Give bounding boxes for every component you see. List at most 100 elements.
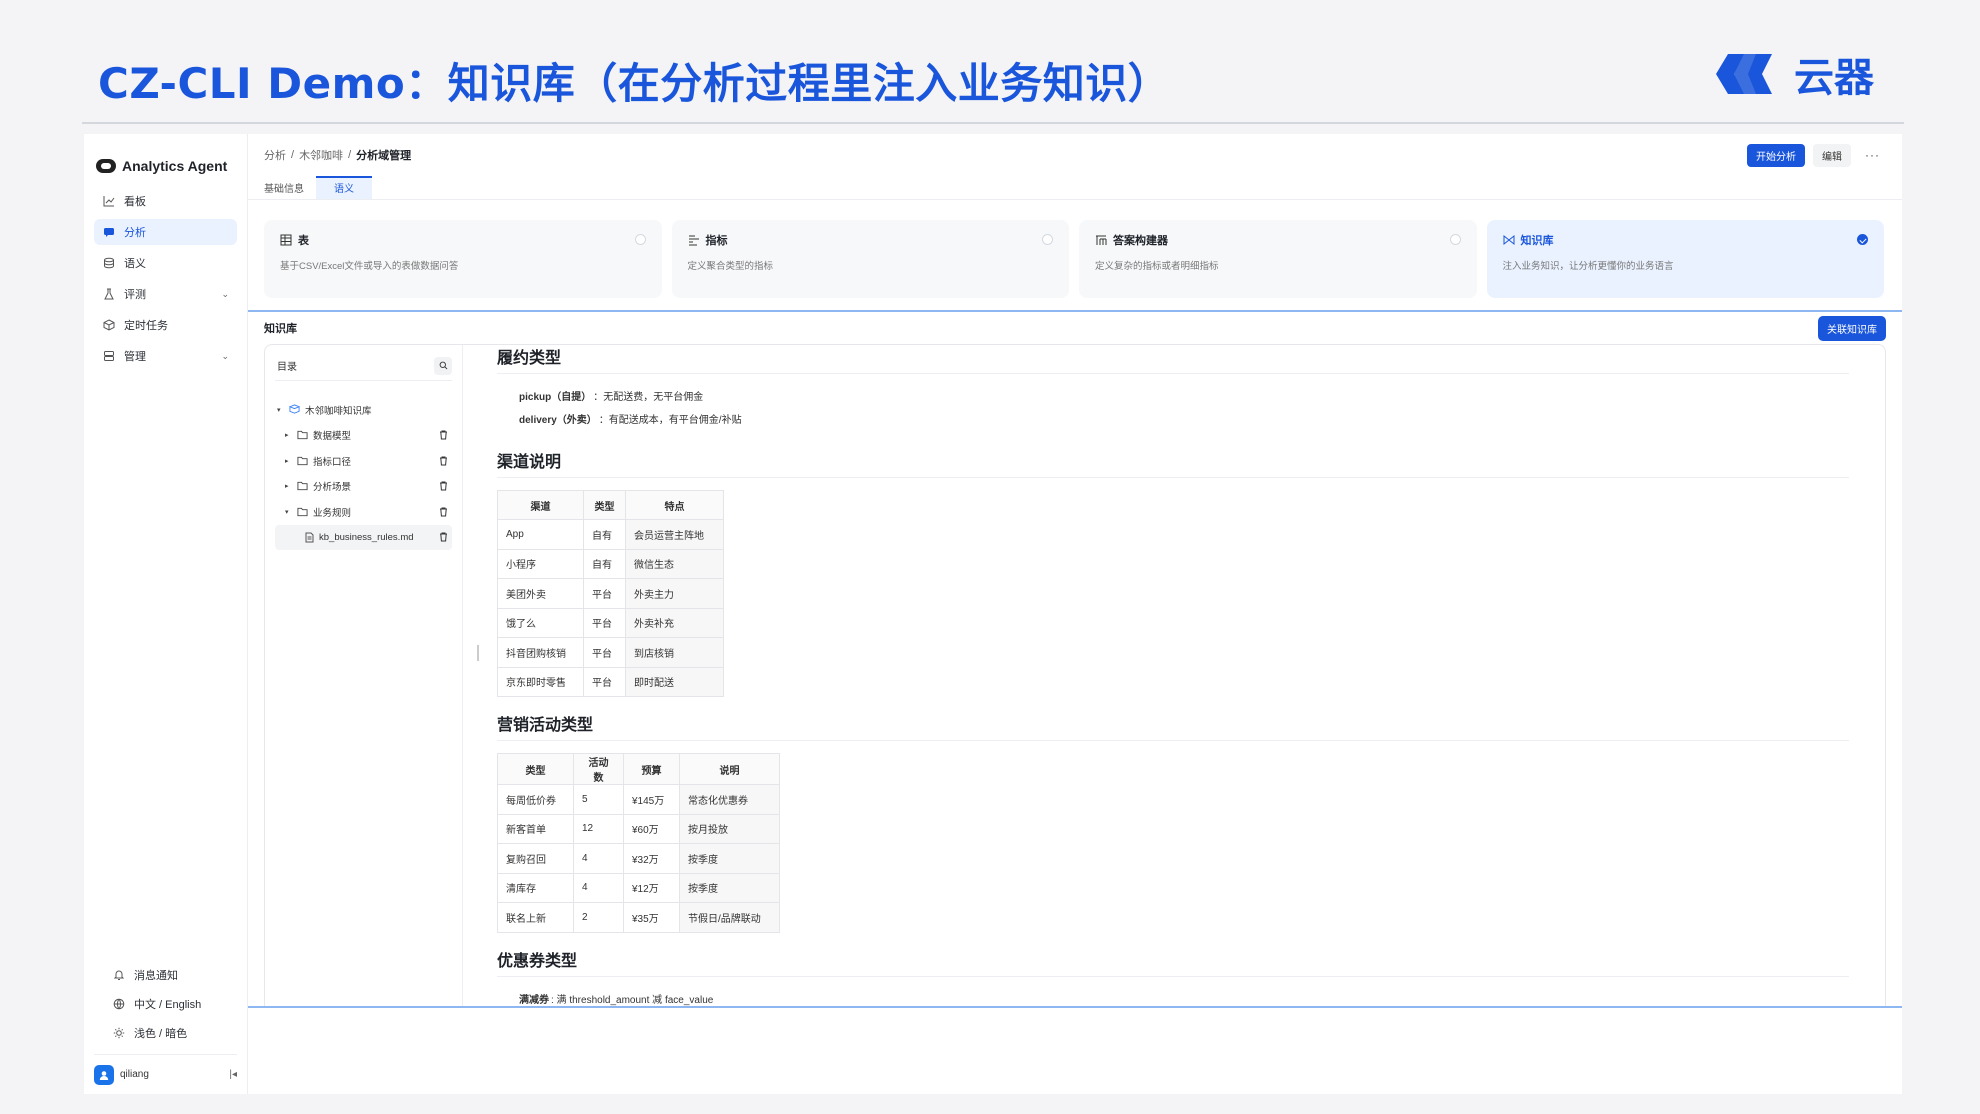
card-description: 注入业务知识，让分析更懂你的业务语言	[1502, 261, 1674, 272]
card-radio[interactable]	[634, 234, 646, 245]
tree-file-selected[interactable]: kb_business_rules.md	[275, 524, 452, 550]
card-knowledge-base[interactable]: 知识库 注入业务知识，让分析更懂你的业务语言	[1486, 220, 1884, 298]
breadcrumb-item[interactable]: 木邻咖啡	[299, 147, 343, 163]
breadcrumb-item[interactable]: 分析	[264, 147, 286, 163]
table-header: 类型	[583, 490, 626, 520]
chat-icon	[102, 225, 116, 239]
tab-semantic[interactable]: 语义	[316, 176, 372, 199]
table-row: 每周低价券 5 ¥145万 常态化优惠券	[497, 784, 780, 815]
file-icon	[305, 532, 314, 543]
caret-right-icon[interactable]: ▸	[285, 431, 297, 439]
bell-icon	[112, 968, 126, 982]
edit-button[interactable]: 编辑	[1813, 143, 1851, 167]
campaigns-table: 类型 活动数 预算 说明 每周低价券 5 ¥145万 常态化优惠券 新客首单 12 ¥60…	[497, 753, 780, 933]
doc-heading: 履约类型	[497, 345, 1849, 374]
sidebar-nav: 看板 分析 语义 评测 ⌄ 定时任务 管理 ⌄	[84, 184, 247, 369]
caret-down-icon[interactable]: ▾	[285, 508, 297, 516]
more-options-icon[interactable]: ···	[1859, 148, 1886, 162]
link-knowledge-base-button[interactable]: 关联知识库	[1818, 316, 1886, 341]
sidebar-item-label: 语义	[124, 258, 146, 270]
table-row: App 自有 会员运营主阵地	[497, 519, 724, 550]
tree-folder[interactable]: ▸ 数据模型	[275, 423, 452, 449]
brand-name: Analytics Agent	[122, 158, 228, 174]
kb-frame: 目录 ▾ 木邻咖啡知识库 ▸ 数据模型 ▸ 指标口径 ▸ 分析场景 ▾ 业务规则…	[264, 344, 1886, 1006]
trash-icon[interactable]	[439, 430, 448, 440]
sidebar-item-semantic[interactable]: 语义	[94, 250, 237, 276]
tree-folder[interactable]: ▸ 指标口径	[275, 448, 452, 474]
tree-folder-label: 数据模型	[313, 431, 352, 443]
slide-title: CZ-CLI Demo：知识库（在分析过程里注入业务知识）	[98, 59, 1171, 108]
table-row: 抖音团购核销 平台 到店核销	[497, 637, 724, 668]
semantic-type-cards: 表 基于CSV/Excel文件或导入的表做数据问答 指标 定义聚合类型的指标 答…	[264, 220, 1884, 298]
card-answer-builder[interactable]: 答案构建器 定义复杂的指标或者明细指标	[1079, 220, 1477, 298]
user-profile[interactable]: qiliang |◂	[94, 1054, 237, 1085]
sidebar-item-label: 管理	[124, 351, 146, 363]
flask-icon	[102, 287, 116, 301]
sidebar-item-label: 消息通知	[134, 970, 178, 982]
table-row: 复购召回 4 ¥32万 按季度	[497, 843, 780, 874]
card-title: 答案构建器	[1113, 235, 1168, 247]
table-header: 活动数	[573, 753, 624, 785]
breadcrumb-separator: /	[348, 149, 352, 161]
caret-right-icon[interactable]: ▸	[285, 457, 297, 465]
sidebar-item-evaluation[interactable]: 评测 ⌄	[94, 281, 237, 307]
list-item: 满减券: 满 threshold_amount 减 face_value	[519, 994, 714, 1006]
theme-toggle[interactable]: 浅色 / 暗色	[104, 1020, 227, 1046]
card-radio[interactable]	[1449, 234, 1461, 245]
card-metric[interactable]: 指标 定义聚合类型的指标	[671, 220, 1069, 298]
table-header: 类型	[497, 753, 574, 785]
caret-right-icon[interactable]: ▸	[285, 482, 297, 490]
folder-icon	[297, 456, 308, 466]
card-title: 表	[298, 235, 309, 247]
language-toggle[interactable]: 中文 / English	[104, 991, 227, 1017]
list-item: delivery（外卖） ：有配送成本，有平台佣金/补贴	[519, 415, 742, 426]
server-icon	[102, 349, 116, 363]
table-header: 特点	[625, 490, 724, 520]
search-icon[interactable]	[434, 356, 452, 375]
table-row: 饿了么 平台 外卖补充	[497, 607, 724, 638]
sidebar-item-analysis[interactable]: 分析	[94, 219, 237, 245]
toc-pane: 目录 ▾ 木邻咖啡知识库 ▸ 数据模型 ▸ 指标口径 ▸ 分析场景 ▾ 业务规则…	[265, 345, 463, 1006]
notifications-item[interactable]: 消息通知	[104, 962, 227, 988]
coupon-list: 满减券: 满 threshold_amount 减 face_value	[497, 977, 1849, 1007]
sidebar-bottom: 消息通知 中文 / English 浅色 / 暗色	[94, 958, 237, 1049]
table-header-row: 类型 活动数 预算 说明	[497, 753, 780, 785]
trash-icon[interactable]	[439, 507, 448, 517]
collapse-sidebar-icon[interactable]: |◂	[229, 1069, 237, 1080]
chart-icon	[102, 194, 116, 208]
trash-icon[interactable]	[439, 532, 448, 542]
card-table[interactable]: 表 基于CSV/Excel文件或导入的表做数据问答	[264, 220, 662, 298]
company-logo: 云器	[1714, 45, 1874, 103]
caret-down-icon[interactable]: ▾	[277, 406, 289, 414]
start-analysis-button[interactable]: 开始分析	[1747, 143, 1805, 167]
database-icon	[102, 256, 116, 270]
table-icon	[280, 234, 292, 246]
sidebar-item-label: 评测	[124, 289, 146, 301]
sidebar-item-scheduled-tasks[interactable]: 定时任务	[94, 312, 237, 338]
tree-folder[interactable]: ▾ 业务规则	[275, 499, 452, 525]
table-header: 说明	[679, 753, 780, 785]
sidebar-item-label: 浅色 / 暗色	[134, 1028, 188, 1040]
card-radio-checked[interactable]	[1857, 234, 1868, 245]
sidebar-item-label: 看板	[124, 196, 146, 208]
file-tree: ▾ 木邻咖啡知识库 ▸ 数据模型 ▸ 指标口径 ▸ 分析场景 ▾ 业务规则 kb…	[275, 397, 452, 550]
tree-root[interactable]: ▾ 木邻咖啡知识库	[275, 397, 452, 423]
toc-label: 目录	[277, 362, 297, 373]
panel-title: 知识库	[264, 323, 297, 335]
sidebar-item-management[interactable]: 管理 ⌄	[94, 343, 237, 369]
card-radio[interactable]	[1042, 234, 1053, 245]
tree-folder[interactable]: ▸ 分析场景	[275, 474, 452, 500]
tab-basic-info[interactable]: 基础信息	[264, 176, 320, 199]
sidebar-item-dashboard[interactable]: 看板	[94, 188, 237, 214]
logo-mark-icon	[1716, 54, 1772, 94]
table-row: 联名上新 2 ¥35万 节假日/品牌联动	[497, 902, 780, 933]
tab-bar: 基础信息 语义	[248, 176, 1902, 200]
card-description: 定义复杂的指标或者明细指标	[1095, 261, 1219, 272]
trash-icon[interactable]	[439, 481, 448, 491]
list-item: pickup（自提） ：无配送费，无平台佣金	[519, 392, 704, 403]
tree-folder-label: 指标口径	[313, 456, 352, 468]
table-row: 美团外卖 平台 外卖主力	[497, 578, 724, 609]
tree-file-label: kb_business_rules.md	[319, 531, 414, 543]
trash-icon[interactable]	[439, 456, 448, 466]
brand[interactable]: Analytics Agent	[84, 134, 247, 184]
